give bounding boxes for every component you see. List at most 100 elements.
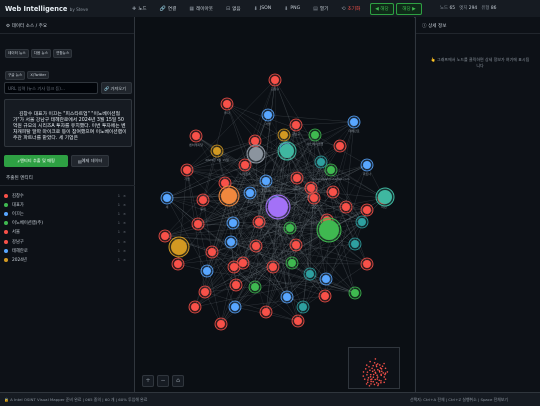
graph-node[interactable] [171, 257, 185, 271]
graph-node[interactable]: 테헤란로 [347, 115, 361, 133]
remove-entity-icon[interactable]: × [123, 230, 126, 234]
graph-node[interactable] [289, 238, 303, 252]
graph-node[interactable] [224, 235, 238, 249]
graph-node[interactable] [339, 200, 353, 214]
remove-entity-icon[interactable]: × [123, 249, 126, 253]
toolbar-item-3[interactable]: ⊟ 없음 [226, 6, 241, 12]
graph-node[interactable] [198, 285, 212, 299]
graph-hub-node[interactable] [375, 187, 395, 207]
graph-node[interactable] [249, 239, 263, 253]
graph-hub-node[interactable] [265, 194, 291, 220]
graph-node[interactable] [314, 155, 328, 169]
graph-node[interactable] [285, 256, 299, 270]
zoom-fit-button[interactable]: ⌂ [172, 375, 184, 387]
graph-node[interactable] [348, 286, 362, 300]
fetch-button[interactable]: 🔗 가져오기 [101, 82, 132, 94]
source-chip[interactable]: X/Twitter [27, 71, 50, 79]
minimap-dot [370, 383, 372, 385]
toolbar-item-7[interactable]: ⟲ 초기화 [341, 6, 360, 12]
graph-node[interactable]: 투자 [220, 97, 234, 115]
source-chip[interactable]: 다음 뉴스 [30, 49, 52, 58]
graph-node[interactable] [326, 185, 340, 199]
graph-node[interactable] [319, 272, 333, 286]
graph-node[interactable] [191, 217, 205, 231]
remove-entity-icon[interactable]: × [123, 221, 126, 225]
toolbar-item-1[interactable]: 🔗 연결 [160, 6, 177, 12]
graph-node[interactable] [303, 267, 317, 281]
graph-node[interactable] [259, 305, 273, 319]
analyze-button[interactable]: ⚡ 엔티티 추출 및 매핑 [4, 155, 68, 167]
network-graph[interactable]: 김창수투자서울강남구테헤란로이노베이션랩벤처캐피탈알파마이크로2024년 3월 … [135, 17, 414, 392]
graph-node[interactable]: 이노베이션랩 [307, 128, 324, 146]
graph-node[interactable] [280, 290, 294, 304]
graph-node[interactable] [360, 203, 374, 217]
graph-node[interactable] [205, 245, 219, 259]
graph-node[interactable] [188, 300, 202, 314]
graph-node[interactable] [227, 260, 241, 274]
graph-node[interactable] [226, 216, 240, 230]
graph-node[interactable] [318, 289, 332, 303]
graph-node[interactable] [252, 215, 266, 229]
toolbar-item-4[interactable]: ⬇ JSON [254, 6, 272, 12]
remove-entity-icon[interactable]: × [123, 212, 126, 216]
entity-item[interactable]: 이끄는 1 × [4, 209, 128, 218]
entity-item[interactable]: 이노베이션랩(주) 1 × [4, 219, 128, 228]
toolbar-item-0[interactable]: ✚ 노드 [132, 6, 147, 12]
graph-node[interactable] [296, 300, 310, 314]
article-textarea[interactable]: 김창수 대표가 이끄는 "피스타트업" "이노베이션협가"가 서울 강남구 테헤… [4, 99, 132, 147]
graph-hub-node[interactable] [277, 141, 297, 161]
entity-item[interactable]: 강남구 1 × [4, 237, 128, 246]
graph-node[interactable]: 기업 [180, 163, 194, 181]
graph-hub-node[interactable] [218, 185, 240, 207]
remove-entity-icon[interactable]: × [123, 258, 126, 262]
graph-node[interactable] [283, 221, 297, 235]
entity-count: 1 [117, 248, 120, 253]
graph-node[interactable]: 세 [160, 191, 174, 209]
graph-hub-node[interactable] [316, 217, 342, 243]
entity-color-dot [4, 221, 8, 226]
graph-node[interactable]: 유치 [290, 171, 304, 189]
minimap-dot [368, 384, 371, 387]
entity-item[interactable]: 2024년 1 × [4, 255, 128, 264]
graph-node[interactable] [348, 237, 362, 251]
toolbar-item-5[interactable]: ⬇ PNG [284, 6, 300, 12]
source-chip[interactable]: 연합뉴스 [53, 49, 73, 58]
graph-node[interactable] [291, 314, 305, 328]
source-chip[interactable]: 데이터 뉴스 [5, 49, 29, 58]
entity-item[interactable]: 대표가 1 × [4, 200, 128, 209]
graph-node[interactable]: 김창수 [268, 73, 282, 91]
entity-item[interactable]: 테헤란로 1 × [4, 246, 128, 255]
graph-node[interactable] [214, 317, 228, 331]
graph-node[interactable] [229, 278, 243, 292]
prev-button[interactable]: ◀ 해당 [370, 3, 394, 15]
graph-node[interactable] [228, 300, 242, 314]
url-input[interactable]: URL 입력 (뉴스 기사 링크 등)... [4, 82, 98, 94]
graph-node[interactable] [333, 139, 347, 153]
graph-hub-node[interactable] [246, 144, 266, 164]
next-button[interactable]: 해당 ▶ [396, 3, 422, 15]
entity-item[interactable]: 서울 1 × [4, 228, 128, 237]
graph-node[interactable]: 이끄는 [259, 174, 273, 192]
toolbar-item-6[interactable]: ▤ 열기 [313, 6, 328, 12]
graph-node[interactable] [248, 280, 262, 294]
graph-node[interactable]: 시리즈A [238, 158, 252, 176]
graph-node[interactable]: 벤처캐피탈 [189, 129, 203, 147]
graph-node[interactable] [360, 257, 374, 271]
minimap[interactable] [348, 347, 400, 389]
zoom-in-button[interactable]: + [142, 375, 154, 387]
graph-node[interactable] [158, 229, 172, 243]
remove-entity-icon[interactable]: × [123, 194, 126, 198]
zoom-out-button[interactable]: − [157, 375, 169, 387]
toolbar-item-2[interactable]: ▦ 레이아웃 [189, 6, 213, 12]
graph-canvas[interactable]: 김창수투자서울강남구테헤란로이노베이션랩벤처캐피탈알파마이크로2024년 3월 … [135, 17, 414, 392]
minimap-dot [371, 367, 373, 370]
graph-node[interactable] [200, 264, 214, 278]
remove-entity-icon[interactable]: × [123, 203, 126, 207]
entity-item[interactable]: 김창수 1 × [4, 191, 128, 200]
graph-hub-node[interactable] [168, 236, 190, 258]
graph-node[interactable] [266, 260, 280, 274]
remove-entity-icon[interactable]: × [123, 240, 126, 244]
graph-node[interactable] [355, 215, 369, 229]
sample-button[interactable]: ▤ 예제 데이터 [71, 155, 109, 167]
source-chip[interactable]: 구글 뉴스 [5, 71, 26, 80]
